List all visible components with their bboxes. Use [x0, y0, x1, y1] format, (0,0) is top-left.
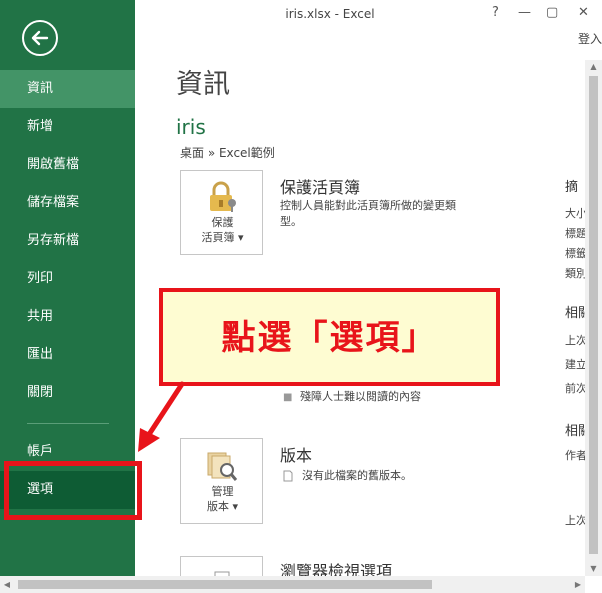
versions-desc: 沒有此檔案的舊版本。 — [302, 469, 412, 482]
prop-size: 大小 — [565, 207, 587, 220]
back-arrow-icon — [31, 30, 49, 46]
nav-open[interactable]: 開啟舊檔 — [0, 146, 135, 184]
window-title: iris.xlsx - Excel — [285, 7, 375, 21]
nav-export[interactable]: 匯出 — [0, 336, 135, 374]
nav-new[interactable]: 新增 — [0, 108, 135, 146]
annotation-callout-text: 點選「選項」 — [221, 318, 438, 358]
horizontal-scroll-thumb[interactable] — [18, 580, 432, 589]
protect-desc-line1: 控制人員能對此活頁簿所做的變更類 — [280, 199, 456, 212]
sidebar-divider — [27, 423, 109, 424]
scroll-right-arrow-icon[interactable]: ▶ — [571, 576, 585, 593]
document-icon — [283, 470, 293, 482]
versions-icon — [207, 452, 238, 481]
inspect-desc: 殘障人士難以閱讀的內容 — [300, 390, 421, 403]
prop-tags: 標籤 — [565, 247, 587, 260]
help-button[interactable]: ? — [492, 5, 499, 20]
horizontal-scrollbar[interactable]: ◀ ▶ — [0, 576, 585, 593]
prop-last-modified: 上次 — [565, 334, 587, 347]
vertical-scrollbar[interactable]: ▲ ▼ — [585, 60, 602, 576]
protect-desc-line2: 型。 — [280, 215, 302, 228]
vertical-scroll-thumb[interactable] — [589, 76, 598, 554]
versions-title: 版本 — [280, 446, 313, 465]
minimize-button[interactable]: — — [518, 5, 531, 20]
nav-save-as[interactable]: 另存新檔 — [0, 222, 135, 260]
close-button[interactable]: ✕ — [578, 5, 589, 20]
nav-share[interactable]: 共用 — [0, 298, 135, 336]
nav-info[interactable]: 資訊 — [0, 70, 135, 108]
scroll-left-arrow-icon[interactable]: ◀ — [0, 576, 14, 593]
sign-in-link[interactable]: 登入 — [578, 30, 602, 47]
annotation-arrow-icon — [138, 381, 185, 452]
manage-versions-button[interactable]: 管理 版本 ▾ — [180, 438, 263, 524]
scroll-up-arrow-icon[interactable]: ▲ — [585, 60, 602, 74]
annotation-callout: 點選「選項」 — [159, 288, 500, 386]
back-button[interactable] — [22, 20, 58, 56]
prop-last-printed: 前次 — [565, 382, 587, 395]
breadcrumb[interactable]: 桌面 » Excel範例 — [180, 144, 275, 161]
prop-title: 標題 — [565, 227, 587, 240]
prop-last-modified-by: 上次 — [565, 514, 587, 527]
file-name: iris — [176, 115, 206, 139]
properties-heading: 摘 — [565, 180, 579, 195]
protect-label-line1: 保護 — [211, 216, 234, 229]
options-highlight-box — [4, 461, 142, 520]
protect-title: 保護活頁簿 — [280, 178, 361, 197]
page-title: 資訊 — [176, 69, 230, 100]
protect-label-line2: 活頁簿 ▾ — [201, 231, 244, 244]
bullet-icon: ■ — [283, 392, 293, 403]
lock-icon — [210, 181, 236, 212]
nav-print[interactable]: 列印 — [0, 260, 135, 298]
protect-workbook-button[interactable]: 保護 活頁簿 ▾ — [180, 170, 263, 255]
nav-save[interactable]: 儲存檔案 — [0, 184, 135, 222]
prop-created: 建立 — [565, 358, 587, 371]
scroll-down-arrow-icon[interactable]: ▼ — [585, 562, 602, 576]
nav-close[interactable]: 關閉 — [0, 374, 135, 412]
restore-button[interactable]: ▢ — [546, 5, 558, 20]
versions-label-line2: 版本 ▾ — [206, 500, 239, 513]
prop-category: 類別 — [565, 267, 587, 280]
prop-author: 作者 — [565, 449, 587, 462]
versions-label-line1: 管理 — [211, 485, 234, 498]
